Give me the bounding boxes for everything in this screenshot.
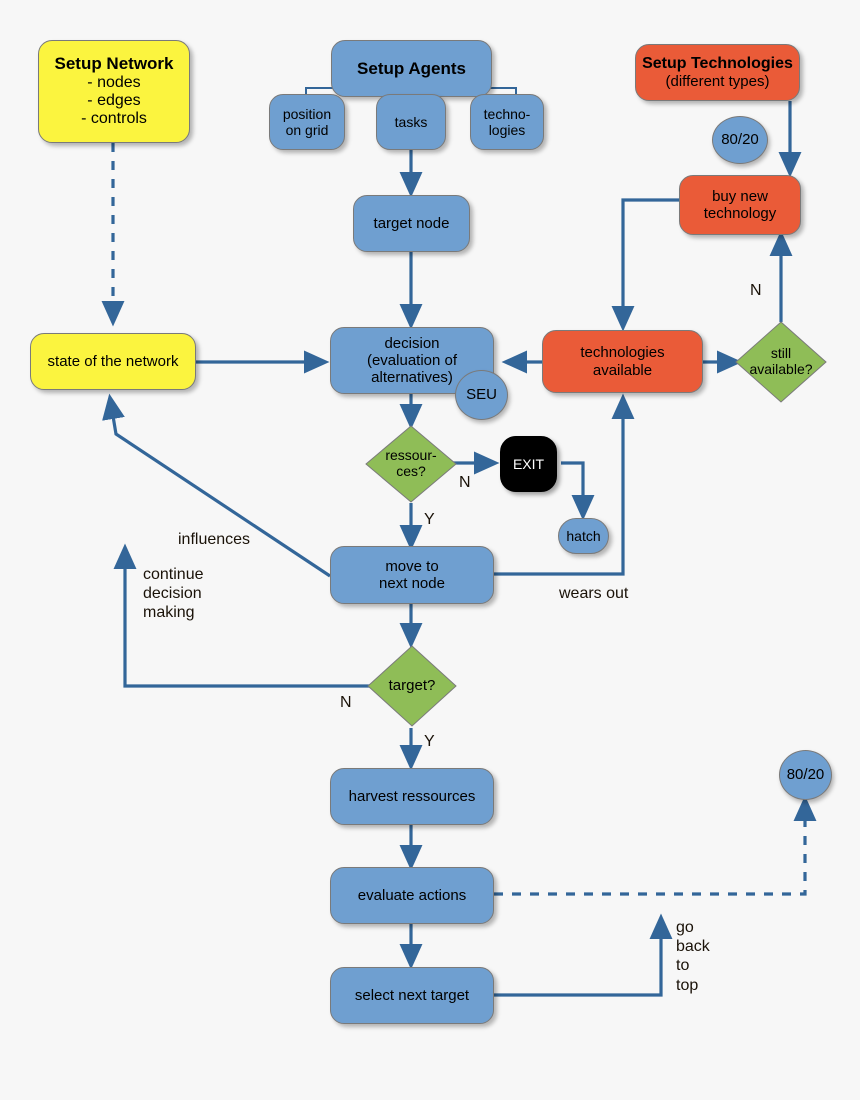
node-hatch[interactable]: hatch bbox=[558, 518, 609, 554]
edge-label-n-target: N bbox=[340, 694, 352, 711]
pareto-top-label: 80/20 bbox=[721, 131, 759, 149]
node-tasks[interactable]: tasks bbox=[376, 94, 446, 150]
node-setup-network[interactable]: Setup Network - nodes - edges - controls bbox=[38, 40, 190, 143]
edge-exit-to-hatch bbox=[561, 461, 595, 521]
edge-influences bbox=[102, 393, 331, 578]
setup-technologies-title: Setup Technologies bbox=[642, 54, 793, 72]
position-on-grid-label: position on grid bbox=[282, 105, 332, 138]
node-setup-agents[interactable]: Setup Agents bbox=[331, 40, 492, 97]
edge-buy-to-tech-available bbox=[611, 198, 679, 332]
edge-select-go-back-to-top bbox=[494, 913, 673, 997]
tasks-label: tasks bbox=[394, 113, 428, 130]
evaluate-actions-label: evaluate actions bbox=[357, 886, 467, 904]
decision-label: decision (evaluation of alternatives) bbox=[366, 334, 458, 387]
edge-influences-placeholder bbox=[106, 405, 330, 576]
node-evaluate-actions[interactable]: evaluate actions bbox=[330, 867, 494, 924]
edge-label-y-target: Y bbox=[424, 733, 435, 750]
state-of-network-label: state of the network bbox=[47, 352, 179, 370]
edge-label-n-ressources: N bbox=[459, 474, 471, 491]
node-position-on-grid[interactable]: position on grid bbox=[269, 94, 345, 150]
harvest-ressources-label: harvest ressources bbox=[348, 787, 476, 805]
node-setup-technologies[interactable]: Setup Technologies (different types) bbox=[635, 44, 800, 101]
edge-label-wears-out: wears out bbox=[559, 585, 629, 602]
target-label: target? bbox=[388, 676, 436, 694]
edge-label-n-still-available: N bbox=[750, 282, 762, 299]
node-target-node[interactable]: target node bbox=[353, 195, 470, 252]
edge-label-go-back-to-top: go back to top bbox=[676, 919, 710, 994]
pareto-bottom-label: 80/20 bbox=[786, 766, 825, 784]
edge-label-y-ressources: Y bbox=[424, 511, 435, 528]
edge-label-influences: influences bbox=[178, 531, 251, 548]
seu-label: SEU bbox=[466, 386, 497, 404]
move-to-next-node-label: move to next node bbox=[379, 557, 445, 592]
node-still-available[interactable]: still available? bbox=[734, 320, 828, 404]
setup-agents-label: Setup Agents bbox=[357, 58, 466, 78]
setup-network-title: Setup Network bbox=[54, 54, 174, 74]
technologies-label: techno- logies bbox=[483, 105, 531, 138]
node-target[interactable]: target? bbox=[366, 644, 458, 728]
edge-influences-path bbox=[122, 435, 330, 576]
buy-new-technology-label: buy new technology bbox=[703, 187, 777, 222]
node-buy-new-technology[interactable]: buy new technology bbox=[679, 175, 801, 235]
still-available-label: still available? bbox=[749, 345, 813, 377]
select-next-target-label: select next target bbox=[354, 986, 470, 1004]
node-state-of-network[interactable]: state of the network bbox=[30, 333, 196, 390]
setup-network-items: - nodes - edges - controls bbox=[81, 73, 147, 128]
node-seu[interactable]: SEU bbox=[455, 370, 508, 420]
node-select-next-target[interactable]: select next target bbox=[330, 967, 494, 1024]
node-pareto-top[interactable]: 80/20 bbox=[712, 116, 768, 164]
target-node-label: target node bbox=[373, 214, 450, 232]
edge-label-continue-decision-making: continue decision making bbox=[143, 566, 204, 622]
node-exit[interactable]: EXIT bbox=[500, 436, 557, 492]
node-harvest-ressources[interactable]: harvest ressources bbox=[330, 768, 494, 825]
exit-label: EXIT bbox=[512, 455, 545, 472]
node-ressources[interactable]: ressour- ces? bbox=[364, 424, 458, 504]
node-technologies[interactable]: techno- logies bbox=[470, 94, 544, 150]
hatch-label: hatch bbox=[566, 527, 601, 544]
setup-technologies-sub: (different types) bbox=[665, 73, 770, 91]
technologies-available-label: technologies available bbox=[580, 344, 665, 379]
edge-evaluate-to-pareto bbox=[494, 795, 817, 896]
node-technologies-available[interactable]: technologies available bbox=[542, 330, 703, 393]
node-pareto-bottom[interactable]: 80/20 bbox=[779, 750, 832, 800]
flowchart-canvas: Setup Network - nodes - edges - controls… bbox=[0, 0, 860, 1100]
ressources-label: ressour- ces? bbox=[385, 447, 437, 479]
node-move-to-next-node[interactable]: move to next node bbox=[330, 546, 494, 604]
